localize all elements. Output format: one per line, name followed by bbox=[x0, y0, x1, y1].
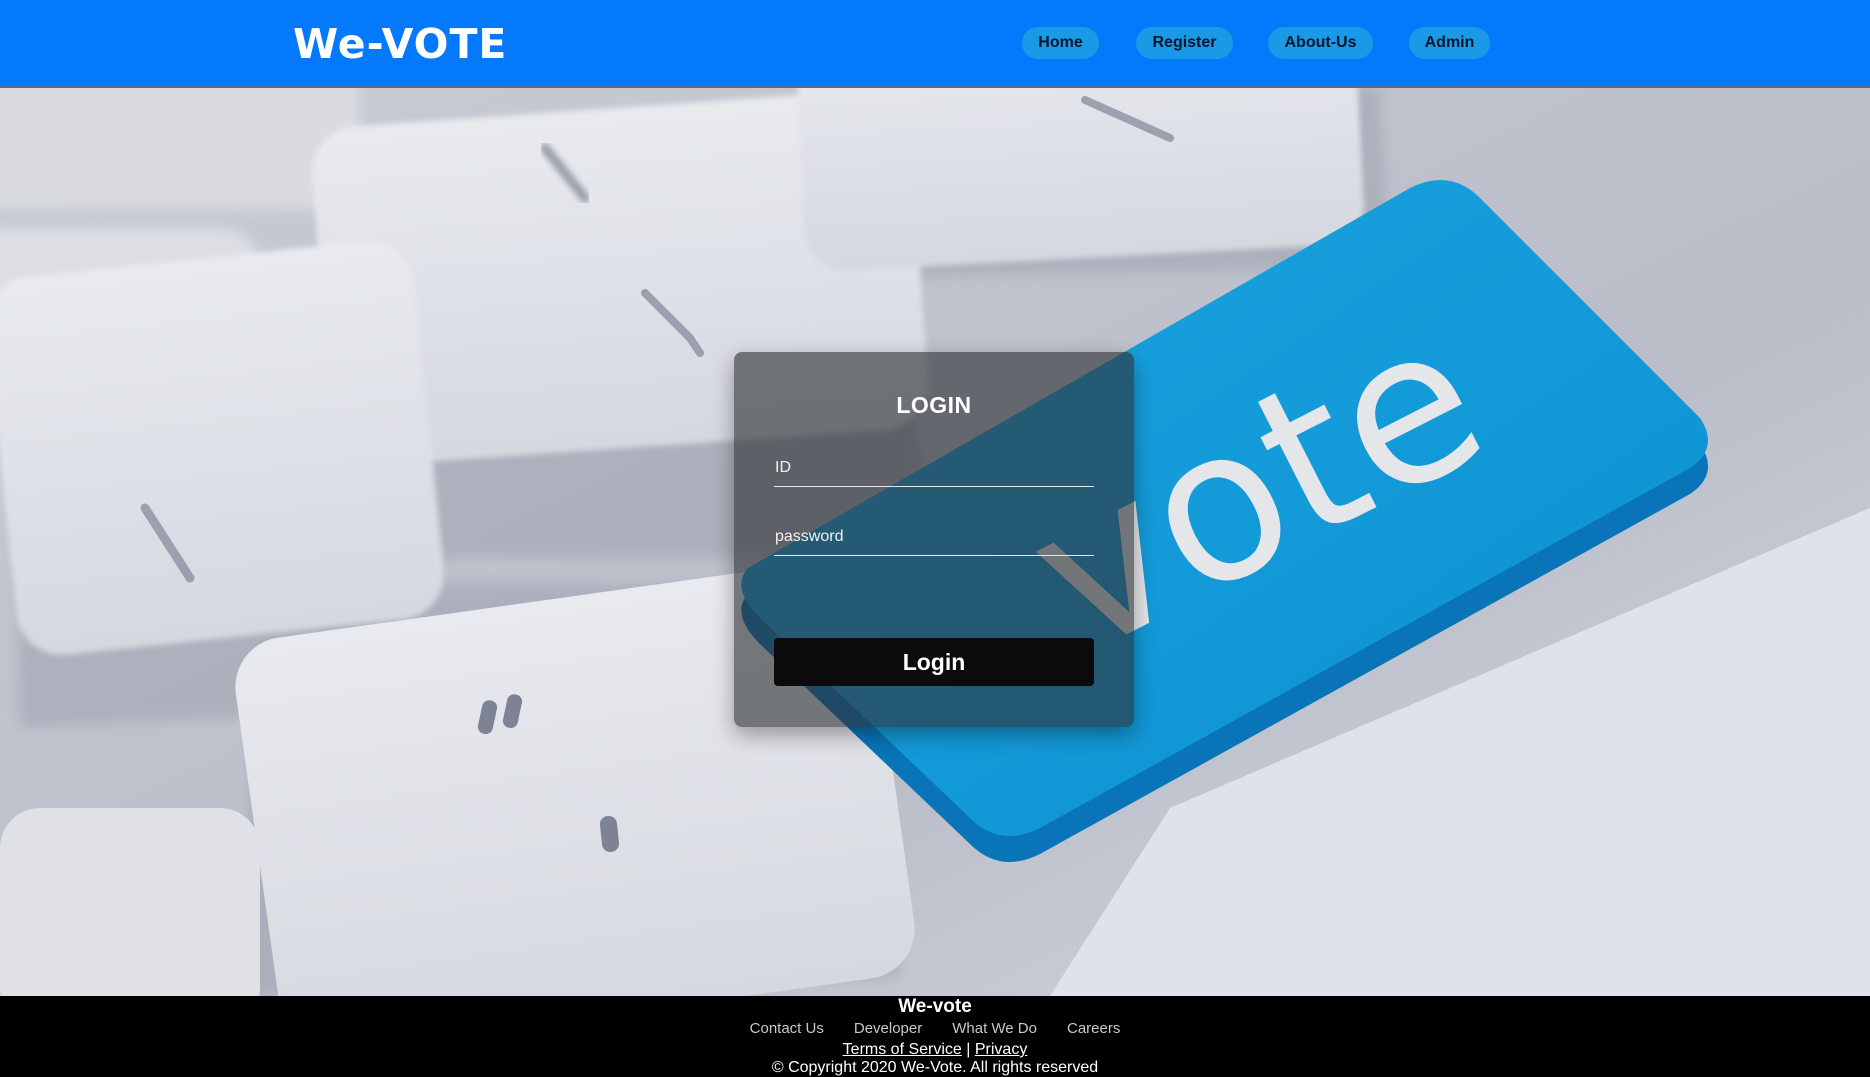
nav-about-us-link[interactable]: About-Us bbox=[1268, 27, 1373, 59]
footer-careers-link[interactable]: Careers bbox=[1067, 1020, 1120, 1037]
login-title: LOGIN bbox=[896, 392, 972, 418]
footer-links: Contact Us Developer What We Do Careers bbox=[0, 1020, 1870, 1038]
login-button[interactable]: Login bbox=[774, 638, 1094, 686]
terms-of-service-link[interactable]: Terms of Service bbox=[843, 1041, 962, 1058]
nav-register-link[interactable]: Register bbox=[1136, 27, 1233, 59]
top-navbar: We-VOTE Home Register About-Us Admin bbox=[0, 0, 1870, 88]
footer-contact-link[interactable]: Contact Us bbox=[750, 1020, 824, 1037]
copyright-text: © Copyright 2020 We-Vote. All rights res… bbox=[771, 1059, 1099, 1076]
brand-logo[interactable]: We-VOTE bbox=[293, 20, 507, 68]
nav-home-link[interactable]: Home bbox=[1022, 27, 1099, 59]
nav-admin-link[interactable]: Admin bbox=[1409, 27, 1490, 59]
id-input[interactable] bbox=[774, 449, 1094, 487]
privacy-link[interactable]: Privacy bbox=[975, 1041, 1027, 1058]
footer-developer-link[interactable]: Developer bbox=[854, 1020, 922, 1037]
password-input[interactable] bbox=[774, 518, 1094, 556]
legal-separator: | bbox=[966, 1041, 971, 1058]
footer-title: We-vote bbox=[898, 996, 972, 1017]
page: vote We-VOTE Home Register About-Us Admi… bbox=[0, 0, 1870, 1077]
footer-legal: Terms of Service | Privacy bbox=[0, 1041, 1870, 1059]
footer: We-vote Contact Us Developer What We Do Car… bbox=[0, 996, 1870, 1077]
footer-what-we-do-link[interactable]: What We Do bbox=[952, 1020, 1037, 1037]
